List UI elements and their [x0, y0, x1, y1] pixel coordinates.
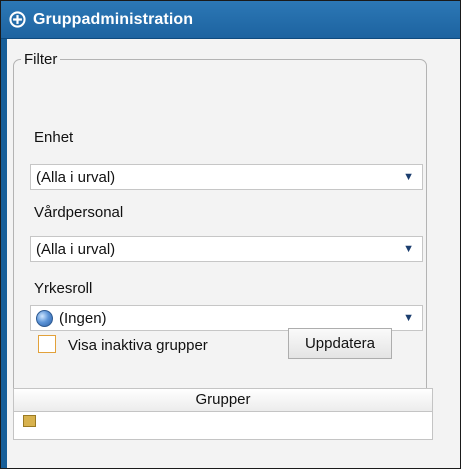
chevron-down-icon[interactable]: ▼	[403, 312, 414, 324]
enhet-select-value: (Alla i urval)	[36, 168, 116, 186]
filter-group: Enhet (Alla i urval) ▼ Vårdpersonal (All…	[13, 59, 427, 418]
show-inactive-checkbox[interactable]	[38, 335, 56, 353]
group-admin-window: Gruppadministration Enhet (Alla i urval)…	[0, 0, 461, 469]
enhet-label: Enhet	[34, 129, 74, 146]
vardpersonal-select-value: (Alla i urval)	[36, 240, 116, 258]
window-title: Gruppadministration	[33, 10, 194, 28]
show-inactive-label[interactable]: Visa inaktiva grupper	[68, 337, 208, 354]
groups-column-header[interactable]: Grupper	[14, 389, 432, 412]
plus-circle-icon[interactable]	[9, 11, 26, 28]
chevron-down-icon[interactable]: ▼	[403, 243, 414, 255]
folder-icon	[23, 415, 36, 427]
title-bar: Gruppadministration	[1, 1, 460, 39]
table-row[interactable]	[14, 412, 432, 432]
filter-legend: Filter	[21, 51, 61, 68]
enhet-select[interactable]: (Alla i urval) ▼	[30, 164, 423, 190]
chevron-down-icon[interactable]: ▼	[403, 171, 414, 183]
groups-grid: Grupper	[13, 388, 433, 440]
content-area: Enhet (Alla i urval) ▼ Vårdpersonal (All…	[7, 39, 460, 468]
vardpersonal-select[interactable]: (Alla i urval) ▼	[30, 236, 423, 262]
globe-icon	[36, 309, 53, 327]
yrkesroll-select-value: (Ingen)	[59, 309, 107, 327]
yrkesroll-label: Yrkesroll	[34, 280, 93, 297]
vardpersonal-label: Vårdpersonal	[34, 204, 124, 221]
update-button[interactable]: Uppdatera	[288, 328, 392, 359]
